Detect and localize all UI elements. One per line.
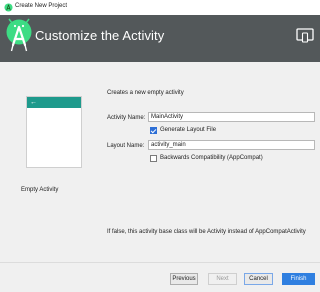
window-title: Create New Project: [15, 3, 68, 9]
generate-layout-label: Generate Layout File: [160, 127, 217, 133]
preview-toolbar: ←: [27, 97, 81, 108]
cancel-button[interactable]: Cancel: [244, 273, 273, 285]
preview-label: Empty Activity: [21, 187, 59, 193]
layout-name-label: Layout Name:: [107, 143, 145, 149]
generate-layout-checkbox[interactable]: [150, 127, 157, 134]
previous-button[interactable]: Previous: [170, 273, 198, 285]
layout-name-field[interactable]: activity_main: [148, 140, 315, 150]
android-studio-icon: [4, 3, 13, 12]
next-button[interactable]: Next: [208, 273, 237, 285]
page-title: Customize the Activity: [35, 28, 165, 43]
info-text: If false, this activity base class will …: [107, 229, 306, 235]
android-studio-logo-icon: [6, 18, 32, 52]
activity-name-label: Activity Name:: [107, 115, 146, 121]
activity-preview: ←: [26, 96, 82, 168]
back-arrow-icon: ←: [30, 99, 37, 106]
device-icon: [296, 28, 314, 43]
footer-divider: [0, 262, 320, 263]
backwards-compat-label: Backwards Compatibility (AppCompat): [160, 155, 263, 161]
finish-button[interactable]: Finish: [282, 273, 315, 285]
activity-description: Creates a new empty activity: [107, 90, 184, 96]
window-titlebar: Create New Project: [0, 0, 320, 16]
activity-name-field[interactable]: MainActivity: [148, 112, 315, 122]
wizard-header: Customize the Activity: [0, 15, 320, 62]
backwards-compat-checkbox[interactable]: [150, 155, 157, 162]
